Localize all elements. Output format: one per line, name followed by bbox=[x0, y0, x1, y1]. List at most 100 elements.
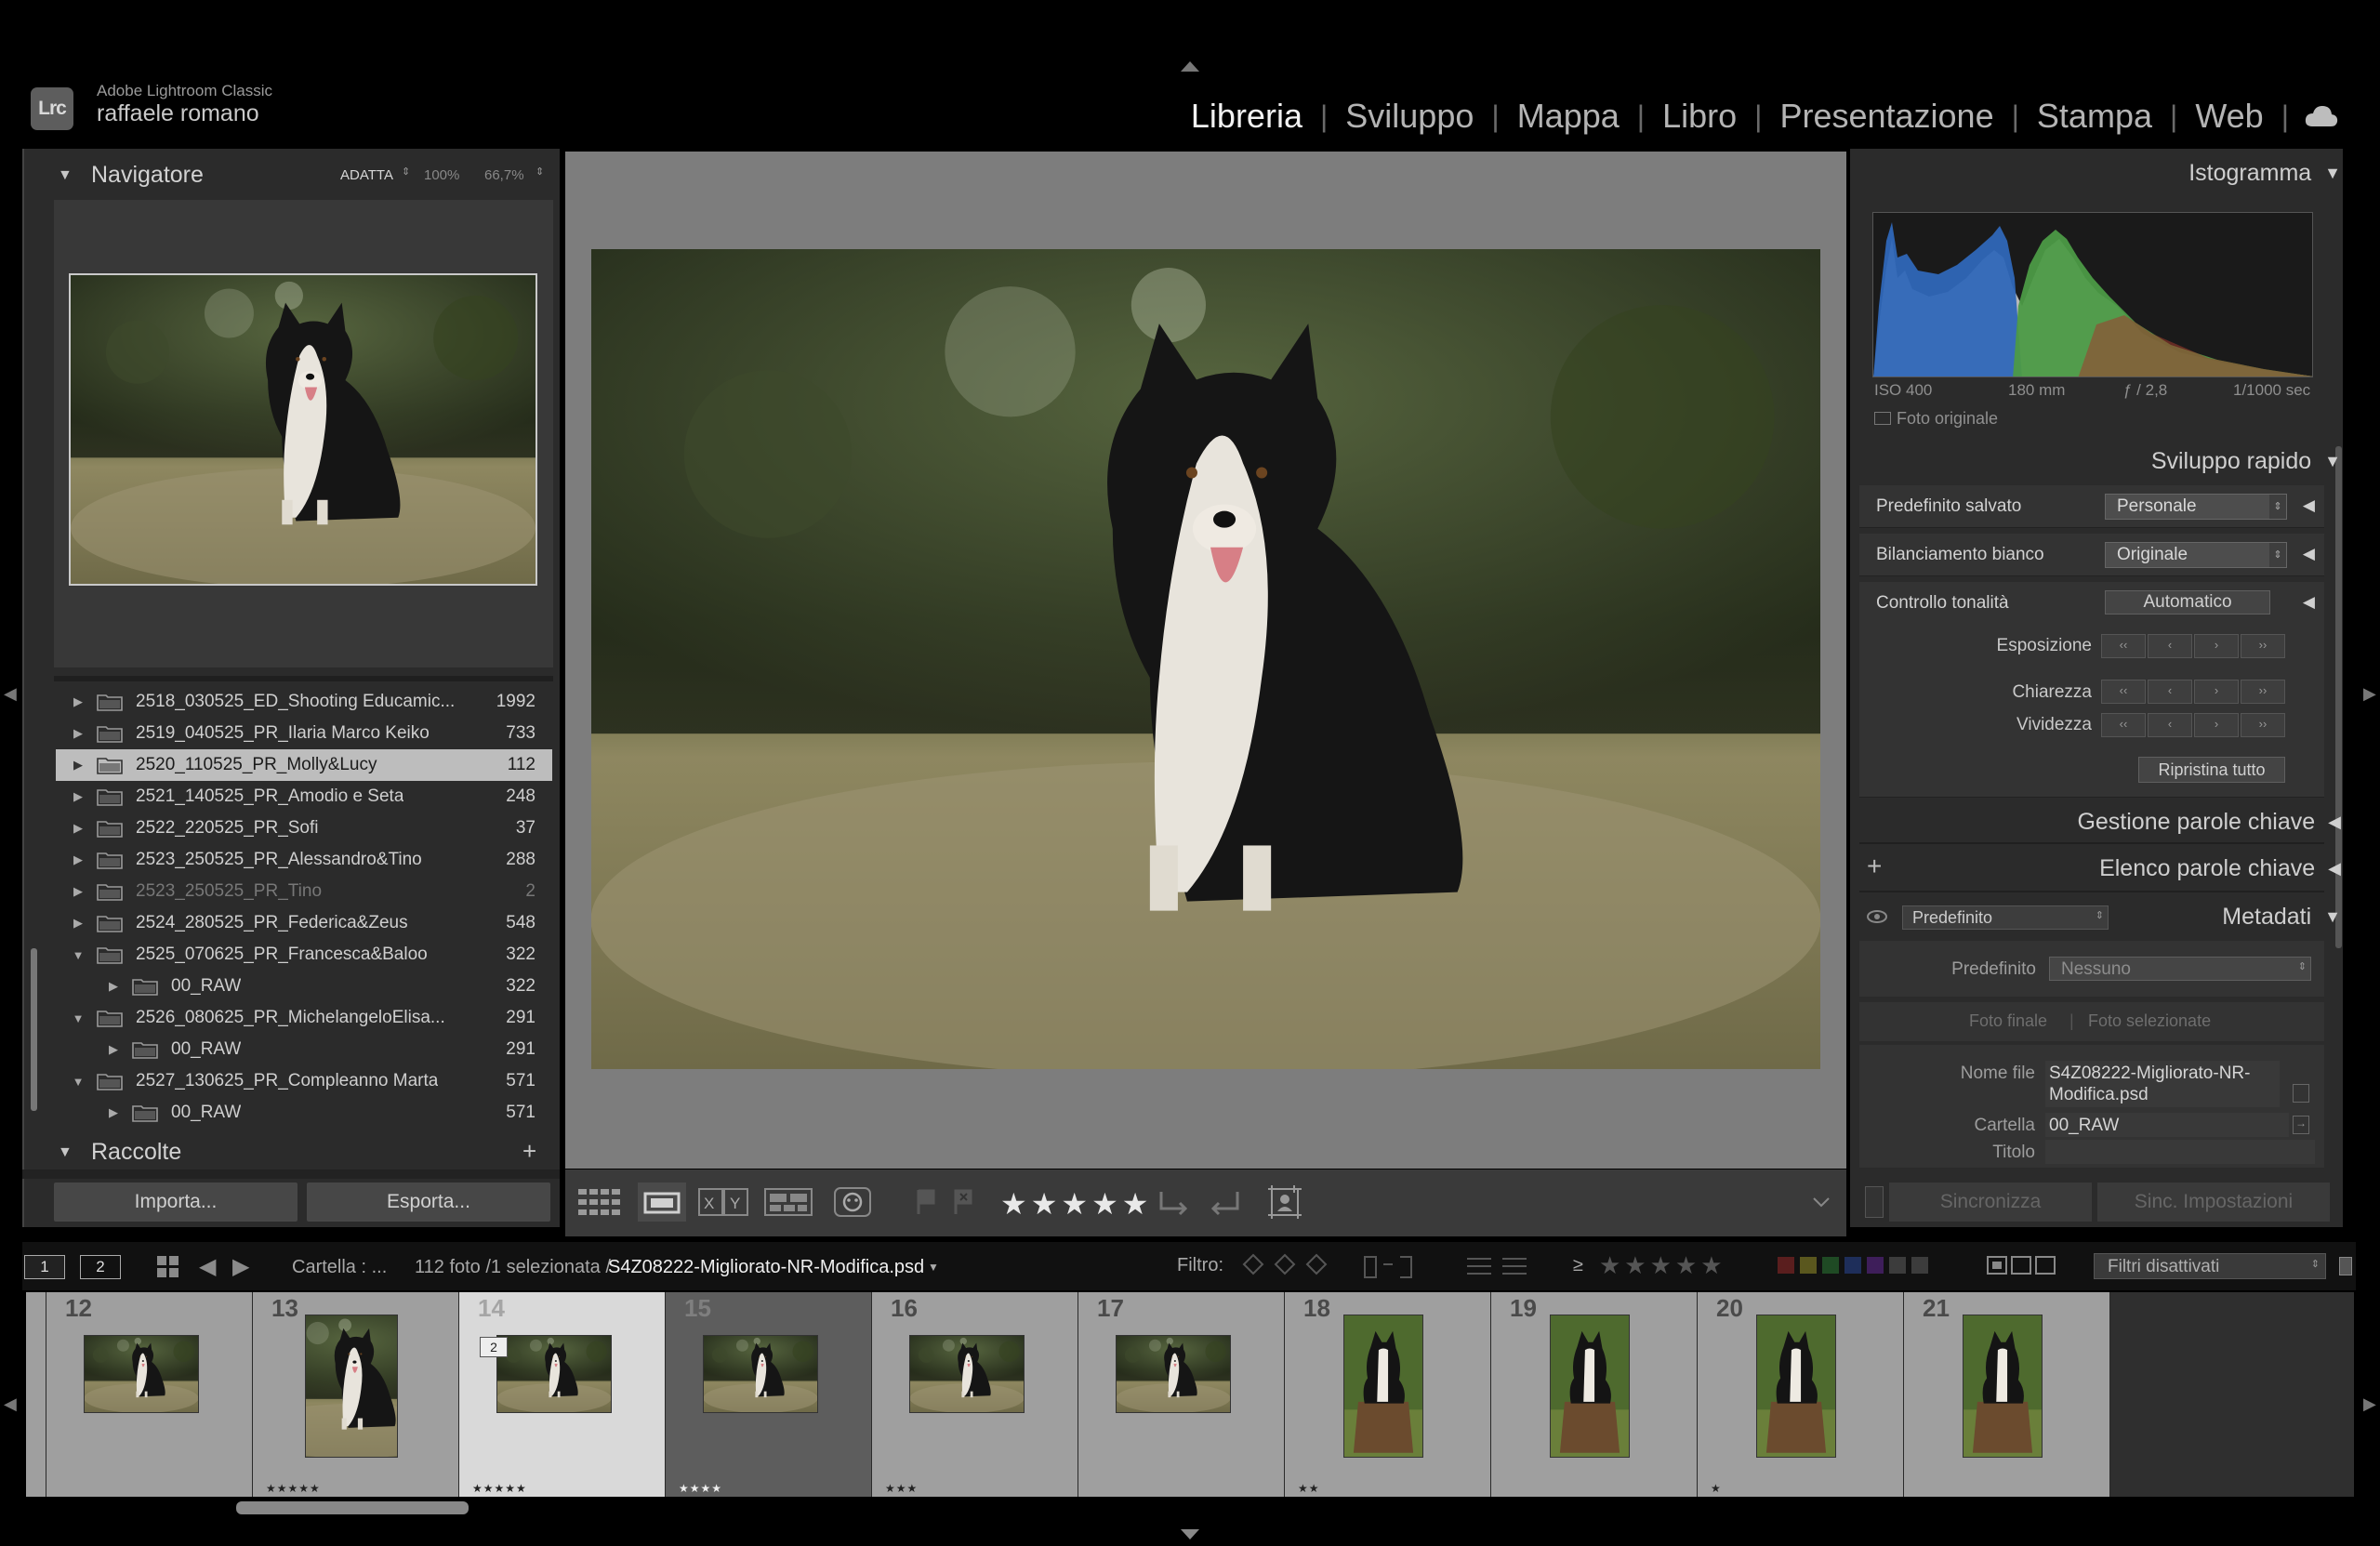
adjustment-filter-icons[interactable] bbox=[1463, 1251, 1534, 1286]
zoom-custom-option[interactable]: 66,7% bbox=[484, 167, 524, 183]
top-panel-toggle-icon[interactable] bbox=[1181, 61, 1199, 72]
rotate-right-icon[interactable] bbox=[1205, 1183, 1242, 1222]
filmstrip-filename[interactable]: S4Z08222-Migliorato-NR-Modifica.psd bbox=[608, 1257, 924, 1278]
collapsed-triangle-icon[interactable]: ▶ bbox=[67, 852, 89, 867]
filmstrip-cell[interactable]: 19 bbox=[1491, 1292, 1698, 1497]
filmstrip-source[interactable]: Cartella : ... bbox=[292, 1257, 387, 1278]
folder-row[interactable]: ▶ 2518_030525_ED_Shooting Educamic... 1992 bbox=[56, 686, 552, 718]
expand-triangle-icon[interactable]: ◀ bbox=[2328, 859, 2341, 879]
target-selected-option[interactable]: Foto selezionate bbox=[2088, 1011, 2211, 1031]
filmstrip-scrollbar[interactable] bbox=[236, 1501, 469, 1514]
filmstrip-left-toggle-icon[interactable]: ◀ bbox=[4, 1394, 17, 1414]
auto-sync-toggle[interactable] bbox=[1865, 1186, 1884, 1218]
forward-arrow-icon[interactable]: ▶ bbox=[232, 1253, 249, 1280]
filename-field[interactable]: S4Z08222-Migliorato-NR-Modifica.psd bbox=[2045, 1061, 2280, 1107]
filmstrip-cell[interactable]: 18 ★★ bbox=[1285, 1292, 1491, 1497]
expanded-triangle-icon[interactable]: ▼ bbox=[67, 1075, 89, 1089]
expand-triangle-icon[interactable]: ◀ bbox=[2303, 496, 2315, 515]
expand-triangle-icon[interactable]: ◀ bbox=[2303, 593, 2315, 612]
thumbnail-image[interactable] bbox=[703, 1335, 818, 1413]
increase-large-button[interactable]: ›› bbox=[2241, 680, 2285, 704]
user-name[interactable]: raffaele romano bbox=[97, 100, 259, 127]
filmstrip-cell[interactable]: 17 bbox=[1078, 1292, 1285, 1497]
filmstrip-cell[interactable]: 20 ★ bbox=[1698, 1292, 1904, 1497]
color-filter-yellow[interactable] bbox=[1800, 1257, 1817, 1274]
decrease-button[interactable]: ‹ bbox=[2148, 713, 2192, 737]
back-arrow-icon[interactable]: ◀ bbox=[199, 1253, 216, 1280]
thumbnail-image[interactable] bbox=[1756, 1315, 1836, 1458]
folder-row[interactable]: ▼ 2525_070625_PR_Francesca&Baloo 322 bbox=[56, 939, 552, 971]
module-book[interactable]: Libro bbox=[1645, 97, 1754, 136]
module-map[interactable]: Mappa bbox=[1500, 97, 1637, 136]
stack-badge[interactable]: 2 bbox=[480, 1337, 508, 1357]
collapsed-triangle-icon[interactable]: ▶ bbox=[67, 821, 89, 836]
target-final-option[interactable]: Foto finale bbox=[1969, 1011, 2047, 1031]
filename-dropdown-icon[interactable]: ▼ bbox=[928, 1261, 939, 1274]
rotate-left-icon[interactable] bbox=[1157, 1183, 1194, 1222]
folder-field[interactable]: 00_RAW bbox=[2045, 1113, 2289, 1137]
collapsed-triangle-icon[interactable]: ▶ bbox=[67, 789, 89, 804]
increase-large-button[interactable]: ›› bbox=[2241, 634, 2285, 658]
decrease-large-button[interactable]: ‹‹ bbox=[2101, 680, 2146, 704]
thumbnail-image[interactable] bbox=[496, 1335, 612, 1413]
filmstrip-right-toggle-icon[interactable]: ▶ bbox=[2363, 1394, 2376, 1414]
color-filter-blue[interactable] bbox=[1844, 1257, 1861, 1274]
color-filter-none[interactable] bbox=[1911, 1257, 1928, 1274]
loupe-view-icon[interactable] bbox=[638, 1183, 686, 1222]
sync-settings-button[interactable]: Sinc. Impostazioni bbox=[2097, 1183, 2330, 1222]
collapsed-triangle-icon[interactable]: ▶ bbox=[67, 758, 89, 773]
module-slideshow[interactable]: Presentazione bbox=[1762, 97, 2011, 136]
folder-row[interactable]: ▶ 2523_250525_PR_Tino 2 bbox=[56, 876, 552, 907]
white-balance-select[interactable]: Originale ⇕ bbox=[2105, 542, 2287, 568]
folder-row[interactable]: ▶ 2520_110525_PR_Molly&Lucy 112 bbox=[56, 749, 552, 781]
kind-filter-icons[interactable] bbox=[1986, 1253, 2060, 1282]
navigator-header[interactable]: ▼ Navigatore ADATTA ⇕ 100% 66,7% ⇕ bbox=[37, 158, 558, 195]
folder-row[interactable]: ▶ 2523_250525_PR_Alessandro&Tino 288 bbox=[56, 844, 552, 876]
go-to-folder-icon[interactable]: → bbox=[2293, 1116, 2309, 1134]
module-develop[interactable]: Sviluppo bbox=[1328, 97, 1491, 136]
reset-all-button[interactable]: Ripristina tutto bbox=[2138, 757, 2285, 783]
auto-tone-button[interactable]: Automatico bbox=[2105, 590, 2270, 614]
decrease-large-button[interactable]: ‹‹ bbox=[2101, 713, 2146, 737]
toolbar-content-dropdown-icon[interactable] bbox=[1807, 1183, 1835, 1222]
color-filter-custom[interactable] bbox=[1889, 1257, 1906, 1274]
decrease-button[interactable]: ‹ bbox=[2148, 680, 2192, 704]
cloud-sync-icon[interactable] bbox=[2304, 104, 2339, 128]
saved-preset-select[interactable]: Personale ⇕ bbox=[2105, 494, 2287, 520]
increase-button[interactable]: › bbox=[2194, 634, 2239, 658]
add-keyword-button[interactable]: + bbox=[1867, 852, 1882, 881]
increase-large-button[interactable]: ›› bbox=[2241, 713, 2285, 737]
filmstrip-cell[interactable]: 11★ bbox=[26, 1292, 46, 1497]
folder-row[interactable]: ▼ 2527_130625_PR_Compleanno Marta 571 bbox=[56, 1065, 552, 1097]
thumbnail-image[interactable] bbox=[1550, 1315, 1630, 1458]
add-collection-button[interactable]: + bbox=[522, 1137, 536, 1166]
second-screen-button[interactable]: 2 bbox=[80, 1255, 121, 1279]
keyword-list-header[interactable]: Elenco parole chiave ◀ bbox=[2099, 855, 2341, 882]
navigator-preview-image[interactable] bbox=[69, 273, 537, 586]
folder-row[interactable]: ▶ 00_RAW 291 bbox=[56, 1034, 552, 1065]
flag-reject-icon[interactable] bbox=[950, 1183, 976, 1222]
zoom-100-option[interactable]: 100% bbox=[424, 167, 459, 183]
module-print[interactable]: Stampa bbox=[2019, 97, 2170, 136]
collapse-triangle-icon[interactable]: ▼ bbox=[58, 167, 73, 184]
metadata-preset-select[interactable]: Predefinito ⇕ bbox=[1902, 905, 2109, 930]
quick-develop-header[interactable]: Sviluppo rapido ▼ bbox=[2151, 448, 2341, 475]
collapsed-triangle-icon[interactable]: ▶ bbox=[67, 694, 89, 709]
folder-row[interactable]: ▶ 2522_220525_PR_Sofi 37 bbox=[56, 813, 552, 844]
rating-filter-stars[interactable]: ★★★★★ bbox=[1599, 1251, 1726, 1280]
collapsed-triangle-icon[interactable]: ▶ bbox=[67, 884, 89, 899]
grid-view-icon[interactable] bbox=[575, 1183, 625, 1222]
folder-row[interactable]: ▶ 2519_040525_PR_Ilaria Marco Keiko 733 bbox=[56, 718, 552, 749]
collapsed-triangle-icon[interactable]: ▶ bbox=[102, 979, 125, 994]
collapsed-triangle-icon[interactable]: ▶ bbox=[67, 726, 89, 741]
increase-button[interactable]: › bbox=[2194, 680, 2239, 704]
folder-row[interactable]: ▶ 00_RAW 571 bbox=[56, 1097, 552, 1129]
thumbnail-image[interactable] bbox=[1963, 1315, 2043, 1458]
flag-pick-icon[interactable] bbox=[913, 1183, 939, 1222]
expanded-triangle-icon[interactable]: ▼ bbox=[67, 948, 89, 962]
flag-filter-icons[interactable] bbox=[1240, 1251, 1333, 1284]
histogram-header[interactable]: Istogramma ▼ bbox=[2188, 160, 2341, 187]
filmstrip-toggle-icon[interactable] bbox=[1181, 1529, 1199, 1539]
collapsed-triangle-icon[interactable]: ▶ bbox=[67, 916, 89, 931]
metadata-header[interactable]: Metadati ▼ bbox=[2222, 904, 2341, 931]
